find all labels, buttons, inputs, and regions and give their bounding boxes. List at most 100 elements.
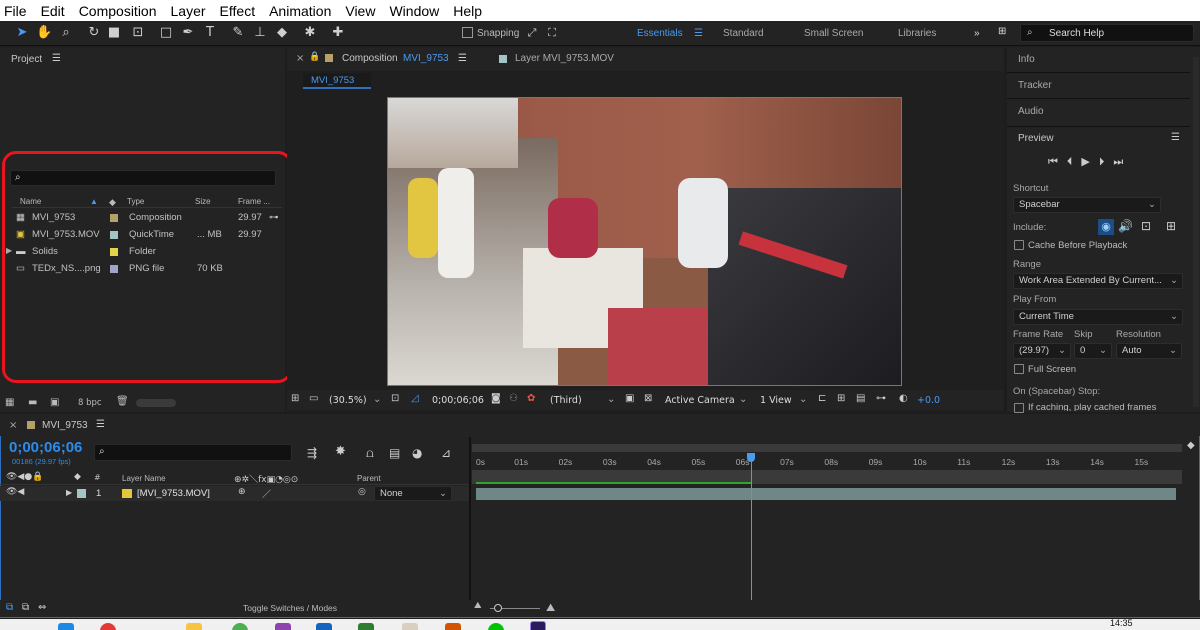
timeline-scroll[interactable]: ◆	[1187, 440, 1195, 590]
panel-menu-icon[interactable]: ☰	[1171, 132, 1180, 143]
powerpoint-icon[interactable]	[445, 623, 461, 630]
tracker-tab[interactable]: Tracker	[1018, 80, 1052, 91]
include-overlays-icon[interactable]: ⊡	[1141, 219, 1151, 233]
word-icon[interactable]	[316, 623, 332, 630]
zoom-dropdown[interactable]: (30.5%)	[329, 395, 367, 406]
draft-3d-icon[interactable]: ✸	[335, 444, 346, 459]
visibility-icon[interactable]: 👁◀	[6, 487, 24, 497]
thumbnail-slider[interactable]	[136, 399, 176, 407]
type-tool-icon[interactable]: T	[202, 25, 218, 41]
column-type[interactable]: Type	[127, 197, 144, 206]
app-icon[interactable]	[232, 623, 248, 630]
include-layer-controls-icon[interactable]: ⊞	[1166, 219, 1176, 233]
menu-layer[interactable]: Layer	[171, 3, 206, 19]
layer-name[interactable]: [MVI_9753.MOV]	[137, 488, 210, 499]
roto-brush-tool-icon[interactable]: ✱	[302, 25, 318, 41]
comp-flow-tab[interactable]: MVI_9753	[303, 73, 371, 89]
parent-dropdown[interactable]: None ⌄	[374, 486, 452, 501]
brush-tool-icon[interactable]: ✎	[230, 25, 246, 41]
full-screen-checkbox[interactable]	[1014, 364, 1024, 374]
item-label-swatch[interactable]	[110, 214, 118, 222]
menu-window[interactable]: Window	[389, 3, 439, 19]
in-out-icon[interactable]: ⇔	[38, 602, 46, 613]
if-caching-checkbox[interactable]	[1014, 403, 1024, 413]
timeline-timecode[interactable]: 0;00;06;06	[9, 439, 82, 456]
collapse-transform-icon[interactable]: ⊕	[238, 487, 246, 497]
sync-settings-icon[interactable]: ⊞	[998, 26, 1006, 37]
snap-options-icon[interactable]: ⛶	[544, 25, 560, 41]
transfer-controls-icon[interactable]: ⧉	[22, 602, 29, 613]
lock-icon[interactable]: 🔒	[309, 52, 320, 62]
frame-rate-dropdown[interactable]: (29.97) ⌄	[1013, 343, 1071, 359]
quality-icon[interactable]: ／	[262, 487, 271, 500]
video-viewer[interactable]	[387, 97, 902, 386]
mask-visibility-icon[interactable]: ◿	[411, 393, 419, 404]
time-navigator[interactable]	[472, 444, 1182, 452]
item-label-swatch[interactable]	[110, 231, 118, 239]
close-tab-icon[interactable]: ×	[9, 420, 17, 431]
zoom-slider-handle[interactable]	[494, 604, 502, 612]
interpret-footage-icon[interactable]: ▦	[5, 397, 14, 408]
range-dropdown[interactable]: Work Area Extended By Current... ⌄	[1013, 273, 1183, 289]
cache-before-playback-checkbox[interactable]	[1014, 240, 1024, 250]
next-frame-icon[interactable]: ⏵	[1099, 155, 1114, 168]
camera-dropdown[interactable]: Active Camera	[665, 395, 735, 406]
composition-tab-name[interactable]: MVI_9753	[403, 53, 449, 64]
flowchart-icon[interactable]: ⊶	[269, 212, 279, 223]
last-frame-icon[interactable]: ⏭	[1113, 155, 1132, 168]
reset-exposure-icon[interactable]: ◐	[899, 393, 908, 404]
excel-icon[interactable]	[358, 623, 374, 630]
line-icon[interactable]	[488, 623, 504, 630]
shortcut-dropdown[interactable]: Spacebar ⌄	[1013, 197, 1161, 213]
workspace-essentials[interactable]: Essentials	[637, 28, 683, 39]
menu-file[interactable]: File	[4, 3, 27, 19]
motion-blur-icon[interactable]: ◕	[412, 446, 422, 460]
zoom-out-icon[interactable]: ⛰	[474, 601, 482, 611]
layer-label-swatch[interactable]	[77, 489, 86, 498]
layer-duration-bar[interactable]	[476, 488, 1176, 500]
shy-layers-icon[interactable]: ⩍	[366, 446, 374, 461]
rotate-tool-icon[interactable]: ↻	[86, 25, 102, 41]
safe-zones-icon[interactable]: ⊡	[391, 393, 399, 404]
include-audio-icon[interactable]: 🔊	[1118, 219, 1133, 233]
monitor-icon[interactable]: ▭	[309, 393, 318, 404]
tab-menu-icon[interactable]: ☰	[458, 53, 467, 64]
include-video-icon[interactable]: ◉	[1098, 219, 1114, 235]
project-search-input[interactable]: ⌕	[10, 170, 276, 186]
panel-menu-icon[interactable]: ☰	[52, 53, 61, 64]
premiere-icon[interactable]	[275, 623, 291, 630]
bit-depth-label[interactable]: 8 bpc	[78, 398, 102, 408]
region-of-interest-icon[interactable]: ▣	[625, 393, 634, 404]
always-preview-icon[interactable]: ⊞	[291, 393, 299, 404]
resolution-dropdown[interactable]: (Third)	[550, 395, 582, 406]
menu-animation[interactable]: Animation	[269, 3, 331, 19]
hand-tool-icon[interactable]: ✋	[36, 25, 52, 41]
new-composition-icon[interactable]: ▣	[50, 397, 59, 408]
project-item[interactable]: ▭ TEDx_NS....png PNG file 70 KB	[14, 261, 282, 277]
pan-behind-tool-icon[interactable]: ⊡	[130, 25, 146, 41]
comp-mini-flowchart-icon[interactable]: ⇶	[307, 446, 317, 460]
menu-edit[interactable]: Edit	[41, 3, 65, 19]
column-name[interactable]: Name	[20, 197, 41, 206]
fast-previews-icon[interactable]: ⊞	[837, 393, 845, 404]
play-from-dropdown[interactable]: Current Time ⌄	[1013, 309, 1183, 325]
current-time-display[interactable]: 0;00;06;06	[432, 395, 484, 406]
menu-view[interactable]: View	[345, 3, 375, 19]
workspace-small-screen[interactable]: Small Screen	[804, 28, 863, 39]
expand-arrow-icon[interactable]: ▶	[6, 246, 12, 255]
puppet-tool-icon[interactable]: ✚	[330, 25, 346, 41]
layer-name-header[interactable]: Layer Name	[122, 474, 166, 483]
timeline-icon[interactable]: ▤	[856, 393, 865, 404]
project-item[interactable]: ▦ MVI_9753 Composition 29.97 ⊶	[14, 210, 282, 226]
playhead-handle[interactable]	[746, 453, 755, 462]
layer-switches-icon[interactable]: ⧉	[6, 602, 13, 613]
item-label-swatch[interactable]	[110, 248, 118, 256]
layer-row[interactable]: 👁◀ ▶ 1 [MVI_9753.MOV] ⊕ ／ ◎ None ⌄	[0, 486, 470, 501]
snapshot-icon[interactable]: ◙	[491, 393, 501, 404]
previous-frame-icon[interactable]: ⏴	[1067, 155, 1082, 168]
menu-help[interactable]: Help	[453, 3, 482, 19]
info-tab[interactable]: Info	[1018, 54, 1035, 65]
more-workspaces-icon[interactable]: »	[974, 28, 980, 39]
close-tab-icon[interactable]: ×	[296, 53, 304, 64]
composition-tab-label[interactable]: Composition	[342, 53, 398, 64]
